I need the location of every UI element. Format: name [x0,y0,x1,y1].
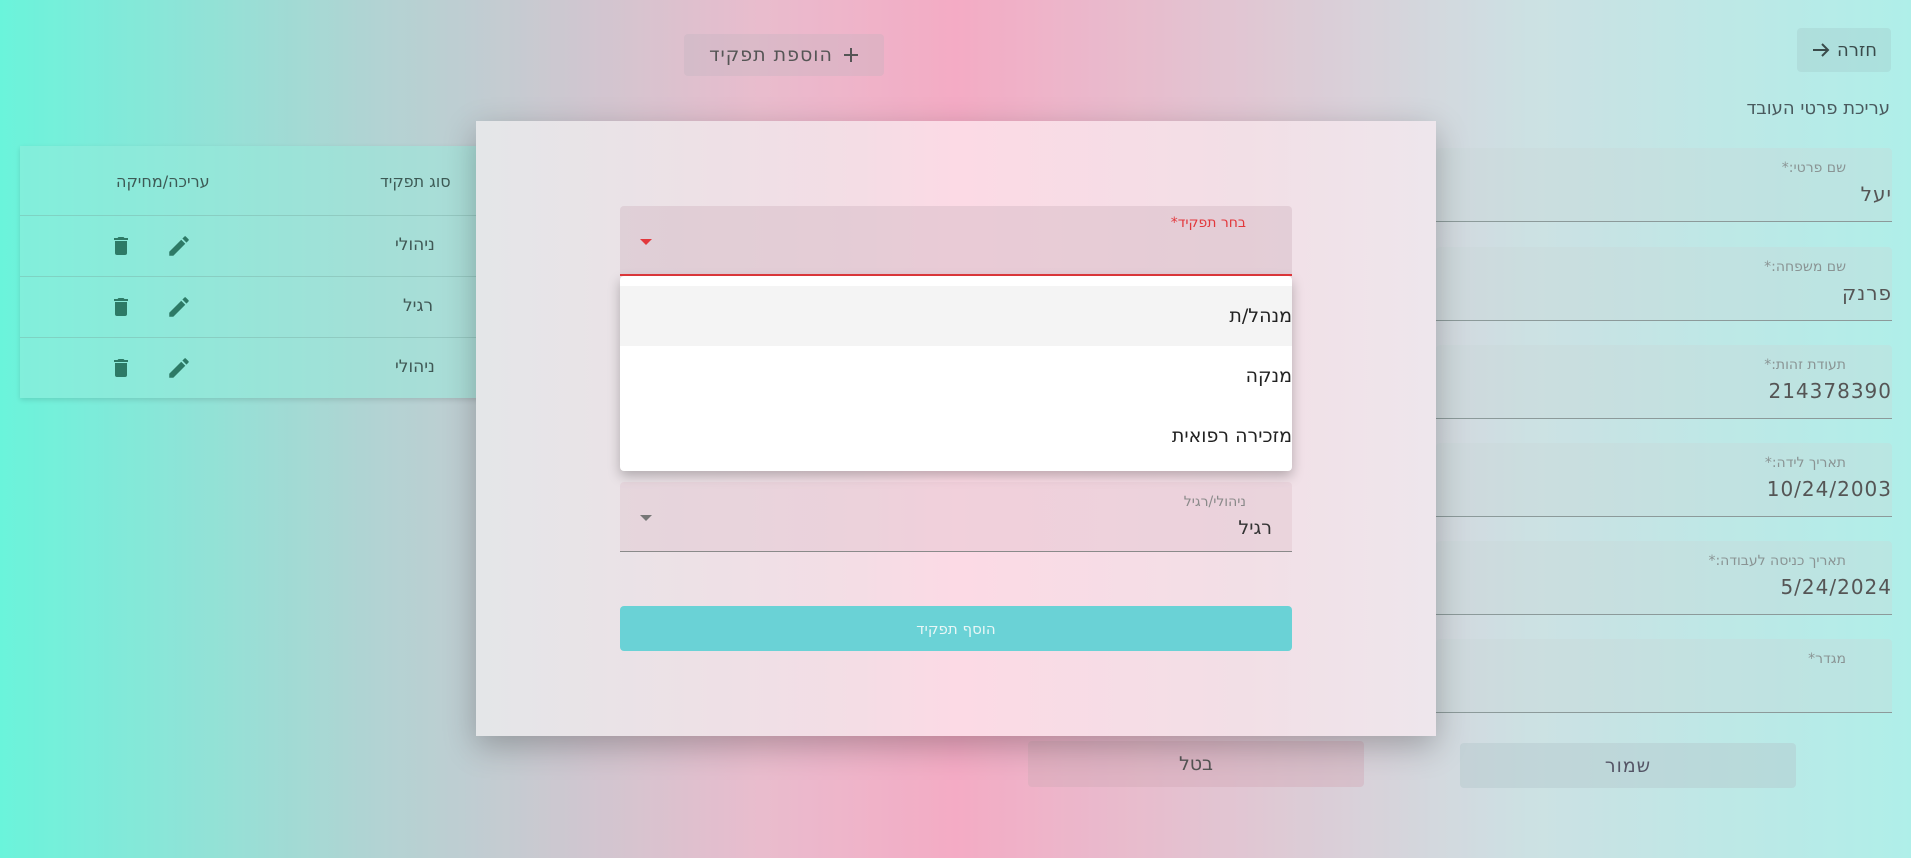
table-row: ניהולי [20,216,498,277]
trash-icon[interactable] [109,294,133,320]
last-name-field[interactable]: שם משפחה:* פרנק [1436,247,1892,321]
submit-role-button[interactable]: הוסף תפקיד [620,606,1292,651]
role-type-value: רגיל [1238,517,1272,539]
table-row: רגיל [20,277,498,338]
cancel-button[interactable]: בטל [1028,741,1364,787]
dropdown-arrow-icon [640,239,652,245]
start-date-value: 5/24/2024 [1780,575,1892,599]
add-role-button[interactable]: הוספת תפקיד [684,34,884,76]
role-type-select[interactable]: ניהולי/רגיל רגיל [620,482,1292,552]
role-options-menu: מנהל/ת מנקה מזכירה רפואית [620,276,1292,471]
edit-icon[interactable] [166,355,192,381]
first-name-label: שם פרטי:* [1781,160,1846,176]
role-type-cell: רגיל [403,296,434,316]
role-option-medical-secretary[interactable]: מזכירה רפואית [620,406,1292,466]
edit-icon[interactable] [166,294,192,320]
id-number-field[interactable]: תעודת זהות:* 214378390 [1436,345,1892,419]
dropdown-arrow-icon [640,515,652,521]
start-date-label: תאריך כניסה לעבודה:* [1708,553,1846,569]
role-select-label: בחר תפקיד* [1170,215,1246,231]
trash-icon[interactable] [109,355,133,381]
birth-date-value: 10/24/2003 [1766,477,1892,501]
table-header: סוג תפקיד עריכה/מחיקה [20,146,498,216]
last-name-value: פרנק [1842,281,1892,305]
save-button[interactable]: שמור [1460,743,1796,788]
role-type-cell: ניהולי [395,235,435,255]
add-role-dialog: בחר תפקיד* מנהל/ת מנקה מזכירה רפואית ניה… [476,121,1436,736]
id-number-label: תעודת זהות:* [1764,357,1846,373]
role-type-label: ניהולי/רגיל [1183,494,1246,510]
header-actions: עריכה/מחיקה [116,172,210,191]
start-date-field[interactable]: תאריך כניסה לעבודה:* 5/24/2024 [1436,541,1892,615]
table-row: ניהולי [20,338,498,399]
option-label: מזכירה רפואית [1171,425,1292,447]
first-name-field[interactable]: שם פרטי:* יעל [1436,148,1892,222]
edit-icon[interactable] [166,233,192,259]
arrow-right-icon [1813,43,1830,57]
role-option-manager[interactable]: מנהל/ת [620,286,1292,346]
birth-date-field[interactable]: תאריך לידה:* 10/24/2003 [1436,443,1892,517]
back-button[interactable]: חזרה [1797,28,1891,72]
trash-icon[interactable] [109,233,133,259]
last-name-label: שם משפחה:* [1764,259,1846,275]
roles-table: סוג תפקיד עריכה/מחיקה ניהולי רגיל ניהולי [20,146,498,398]
option-label: מנהל/ת [1229,305,1292,327]
page-title: עריכת פרטי העובד [1746,98,1890,119]
header-role-type: סוג תפקיד [380,172,451,191]
role-type-cell: ניהולי [395,357,435,377]
role-option-cleaner[interactable]: מנקה [620,346,1292,406]
birth-date-label: תאריך לידה:* [1764,455,1846,471]
gender-field[interactable]: מגדר* [1436,639,1892,713]
add-role-label: הוספת תפקיד [709,44,833,66]
back-label: חזרה [1837,39,1877,61]
plus-icon [843,48,858,62]
role-select[interactable]: בחר תפקיד* [620,206,1292,276]
gender-label: מגדר* [1808,651,1846,667]
id-number-value: 214378390 [1768,379,1892,403]
first-name-value: יעל [1860,182,1892,206]
option-label: מנקה [1245,365,1292,387]
